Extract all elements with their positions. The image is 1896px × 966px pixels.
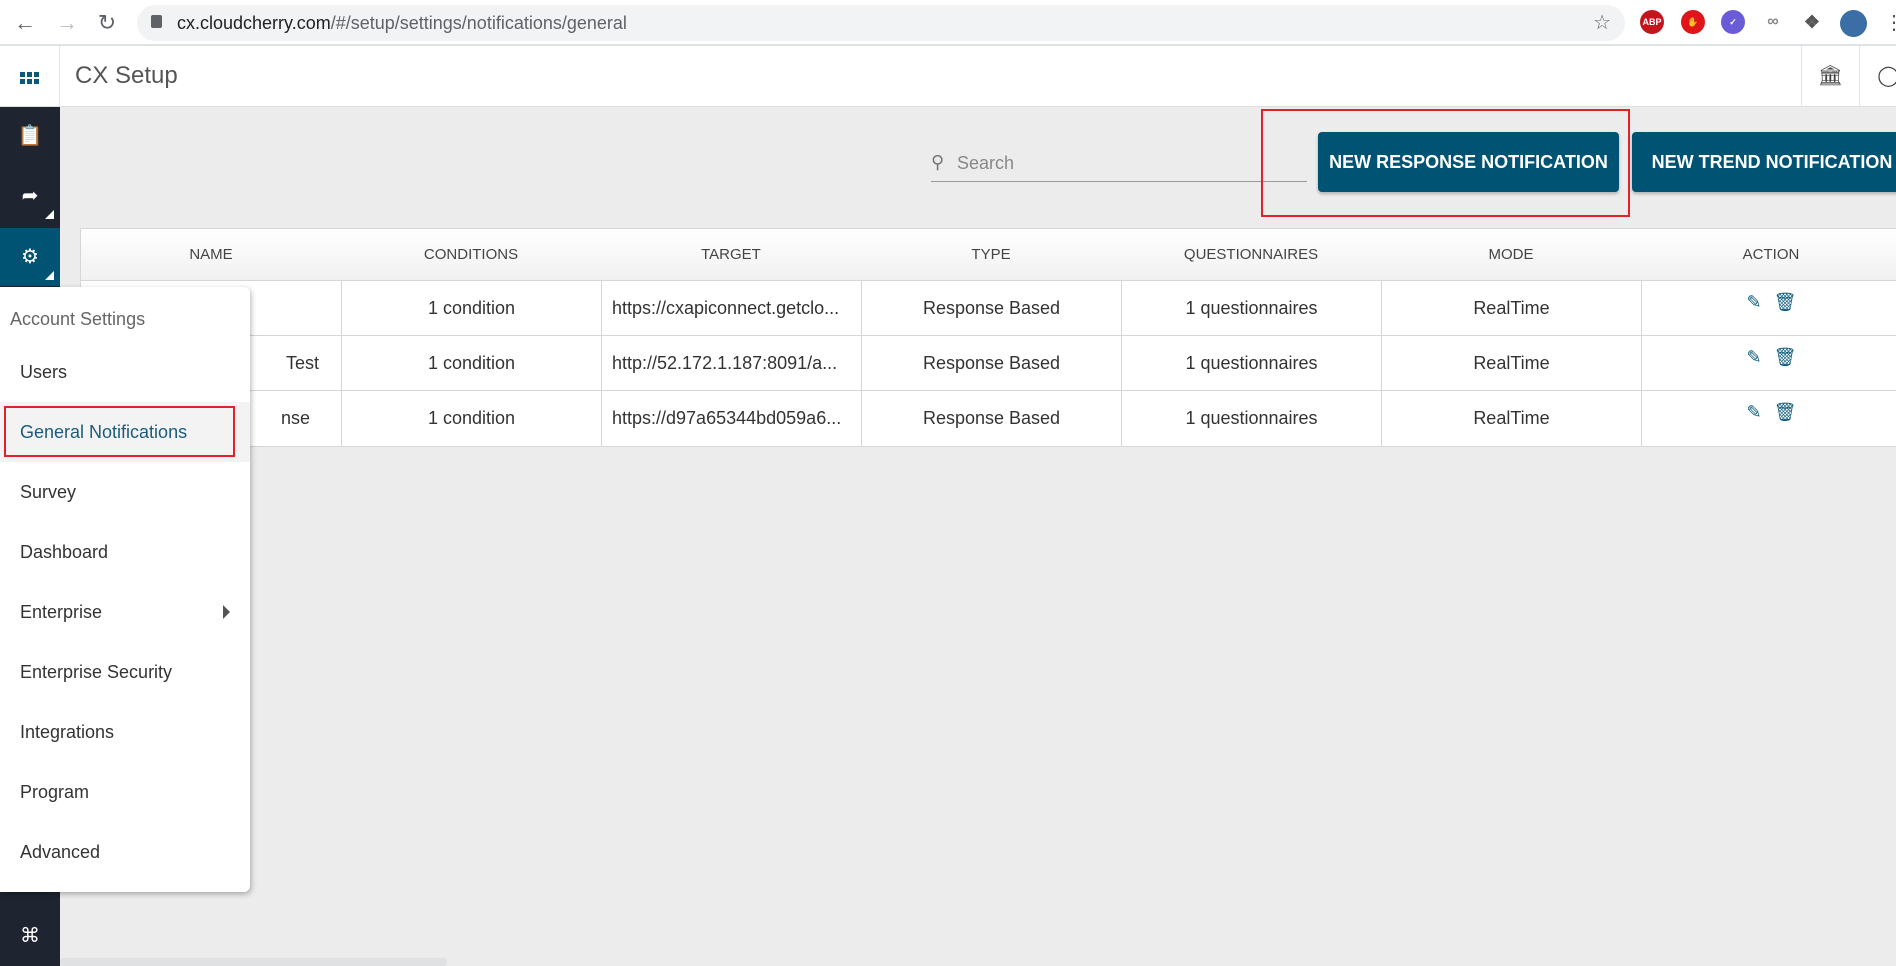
menu-item-enterprise[interactable]: Enterprise <box>0 582 250 642</box>
page-title: CX Setup <box>75 62 178 89</box>
menu-item-advanced[interactable]: Advanced <box>0 822 250 882</box>
table-header: NAME CONDITIONS TARGET TYPE QUESTIONNAIR… <box>81 229 1896 281</box>
table-row[interactable]: 1 condition https://cxapiconnect.getclo.… <box>81 281 1896 336</box>
address-bar[interactable]: cx.cloudcherry.com/#/setup/settings/noti… <box>137 5 1625 41</box>
search-input[interactable] <box>957 150 1297 176</box>
highlight-box <box>1261 109 1630 217</box>
cell-type: Response Based <box>861 336 1121 390</box>
highlight-box <box>4 406 235 457</box>
menu-item-survey[interactable]: Survey <box>0 462 250 522</box>
stop-hand-icon[interactable]: ✋ <box>1681 10 1705 34</box>
edit-icon[interactable]: ✎ <box>1747 292 1762 313</box>
support-icon[interactable]: ⌘ <box>0 907 60 965</box>
cell-mode: RealTime <box>1381 281 1641 335</box>
table-row[interactable]: Test 1 condition http://52.172.1.187:809… <box>81 336 1896 391</box>
app-header: CX Setup 🏛 ◯ <box>0 46 1896 107</box>
new-trend-notification-button[interactable]: NEW TREND NOTIFICATION <box>1632 132 1896 192</box>
url-text: cx.cloudcherry.com/#/setup/settings/noti… <box>177 13 627 34</box>
cell-action: ✎ 🗑 <box>1641 281 1896 335</box>
horizontal-scrollbar[interactable] <box>60 958 447 966</box>
cell-mode: RealTime <box>1381 336 1641 390</box>
chevron-right-icon <box>223 605 230 619</box>
bookmark-star-icon[interactable]: ☆ <box>1593 10 1611 35</box>
cell-conditions: 1 condition <box>341 281 601 335</box>
clipboard-check-icon[interactable]: 📋 <box>0 107 60 165</box>
menu-item-enterprise-security[interactable]: Enterprise Security <box>0 642 250 702</box>
col-mode[interactable]: MODE <box>1381 229 1641 280</box>
notifications-table: NAME CONDITIONS TARGET TYPE QUESTIONNAIR… <box>80 228 1896 447</box>
cell-target: http://52.172.1.187:8091/a... <box>601 336 861 390</box>
bank-icon[interactable]: 🏛 <box>1801 46 1859 107</box>
browser-toolbar: ← → ↻ cx.cloudcherry.com/#/setup/setting… <box>0 0 1896 46</box>
cell-conditions: 1 condition <box>341 336 601 390</box>
trash-icon[interactable]: 🗑 <box>1774 347 1797 368</box>
app-grid-icon[interactable] <box>0 46 60 107</box>
col-type[interactable]: TYPE <box>861 229 1121 280</box>
col-conditions[interactable]: CONDITIONS <box>341 229 601 280</box>
cell-questionnaires: 1 questionnaires <box>1121 336 1381 390</box>
url-host: cx.cloudcherry.com <box>177 13 331 33</box>
reload-icon[interactable]: ↻ <box>94 10 120 36</box>
menu-kebab-icon[interactable]: ⋮ <box>1884 10 1896 35</box>
menu-item-users[interactable]: Users <box>0 342 250 402</box>
cell-target: https://cxapiconnect.getclo... <box>601 281 861 335</box>
puzzle-icon[interactable]: ❖ <box>1800 10 1824 34</box>
search-icon: ⚲ <box>931 152 945 172</box>
cell-type: Response Based <box>861 391 1121 446</box>
search-field[interactable]: ⚲ <box>931 146 1307 182</box>
cell-mode: RealTime <box>1381 391 1641 446</box>
cell-questionnaires: 1 questionnaires <box>1121 391 1381 446</box>
col-action: ACTION <box>1742 246 1800 263</box>
forward-icon[interactable]: → <box>54 10 80 36</box>
lock-icon <box>151 15 162 28</box>
menu-item-integrations[interactable]: Integrations <box>0 702 250 762</box>
trash-icon[interactable]: 🗑 <box>1774 292 1797 313</box>
profile-avatar[interactable] <box>1840 10 1867 37</box>
menu-header: Account Settings <box>10 309 146 329</box>
edit-icon[interactable]: ✎ <box>1747 402 1762 423</box>
col-questionnaires[interactable]: QUESTIONNAIRES <box>1121 229 1381 280</box>
account-settings-menu: Account Settings Users General Notificat… <box>0 287 250 892</box>
settings-users-icon[interactable]: ⚙ <box>0 228 60 286</box>
check-badge-icon[interactable]: ✓ <box>1721 10 1745 34</box>
cell-questionnaires: 1 questionnaires <box>1121 281 1381 335</box>
url-path: /#/setup/settings/notifications/general <box>330 13 627 33</box>
trash-icon[interactable]: 🗑 <box>1774 402 1797 423</box>
table-row[interactable]: nse 1 condition https://d97a65344bd059a6… <box>81 391 1896 446</box>
col-name[interactable]: NAME <box>81 229 341 280</box>
cell-conditions: 1 condition <box>341 391 601 446</box>
cell-action: ✎ 🗑 <box>1641 391 1896 446</box>
user-account-icon[interactable]: ◯ <box>1859 46 1896 107</box>
link-chain-icon[interactable]: ∞ <box>1761 10 1785 34</box>
col-target[interactable]: TARGET <box>601 229 861 280</box>
cell-action: ✎ 🗑 <box>1641 336 1896 390</box>
back-icon[interactable]: ← <box>12 10 38 36</box>
share-forward-icon[interactable]: ➦ <box>0 167 60 225</box>
edit-icon[interactable]: ✎ <box>1747 347 1762 368</box>
cell-type: Response Based <box>861 281 1121 335</box>
menu-item-label: Enterprise <box>20 602 103 622</box>
adblock-plus-icon[interactable]: ABP <box>1640 10 1664 34</box>
menu-item-dashboard[interactable]: Dashboard <box>0 522 250 582</box>
menu-item-program[interactable]: Program <box>0 762 250 822</box>
cell-target: https://d97a65344bd059a6... <box>601 391 861 446</box>
